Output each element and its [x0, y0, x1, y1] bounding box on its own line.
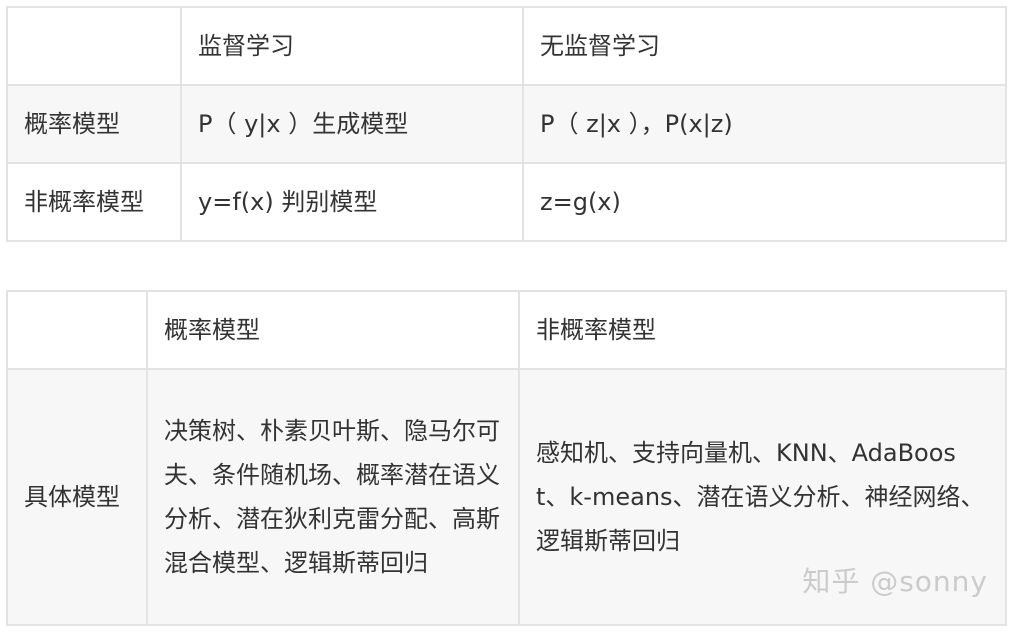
table-cell: P（ y|x ）生成模型	[180, 84, 524, 164]
table-row: 概率模型 P（ y|x ）生成模型 P（ z|x ），P(x|z)	[6, 84, 1007, 164]
row-label-cell: 概率模型	[6, 84, 182, 164]
table-header-cell: 概率模型	[146, 290, 520, 370]
table-cell: z=g(x)	[522, 162, 1007, 242]
table-header-cell	[6, 6, 182, 86]
table-row: 非概率模型 y=f(x) 判别模型 z=g(x)	[6, 162, 1007, 242]
row-label-cell: 非概率模型	[6, 162, 182, 242]
table-header-row: 概率模型 非概率模型	[6, 290, 1007, 370]
table-header-cell: 监督学习	[180, 6, 524, 86]
row-label-cell: 具体模型	[6, 368, 148, 626]
watermark: 知乎 @sonny	[802, 565, 988, 598]
learning-type-table: 监督学习 无监督学习 概率模型 P（ y|x ）生成模型 P（ z|x ），P(…	[6, 6, 1007, 242]
table-cell: y=f(x) 判别模型	[180, 162, 524, 242]
table-header-cell	[6, 290, 148, 370]
table-header-row: 监督学习 无监督学习	[6, 6, 1007, 86]
table-header-cell: 非概率模型	[518, 290, 1007, 370]
table-cell: P（ z|x ），P(x|z)	[522, 84, 1007, 164]
table-header-cell: 无监督学习	[522, 6, 1007, 86]
table-cell: 决策树、朴素贝叶斯、隐马尔可夫、条件随机场、概率潜在语义分析、潜在狄利克雷分配、…	[146, 368, 520, 626]
